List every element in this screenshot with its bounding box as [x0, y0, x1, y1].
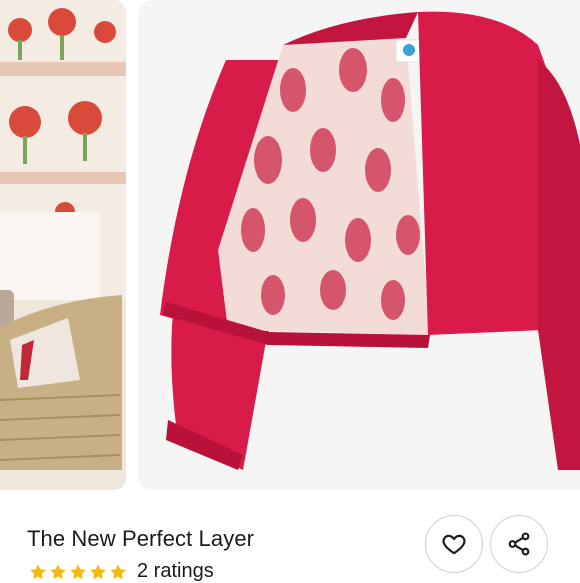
gallery-image-previous[interactable] — [0, 0, 126, 490]
star-rating — [29, 563, 127, 581]
star-icon — [110, 563, 126, 579]
share-icon — [508, 532, 530, 556]
product-title: The New Perfect Layer — [27, 526, 255, 551]
pink-jacket-photo — [138, 0, 580, 490]
favorite-button[interactable] — [425, 515, 483, 573]
share-button[interactable] — [490, 515, 548, 573]
image-carousel[interactable] — [0, 0, 580, 492]
gallery-image-main[interactable] — [138, 0, 580, 490]
wallpaper-chair-photo — [0, 0, 126, 490]
heart-icon — [442, 534, 466, 555]
star-icon — [30, 563, 46, 579]
star-icon — [90, 563, 106, 579]
star-icon — [50, 563, 66, 579]
star-icon — [70, 563, 86, 579]
